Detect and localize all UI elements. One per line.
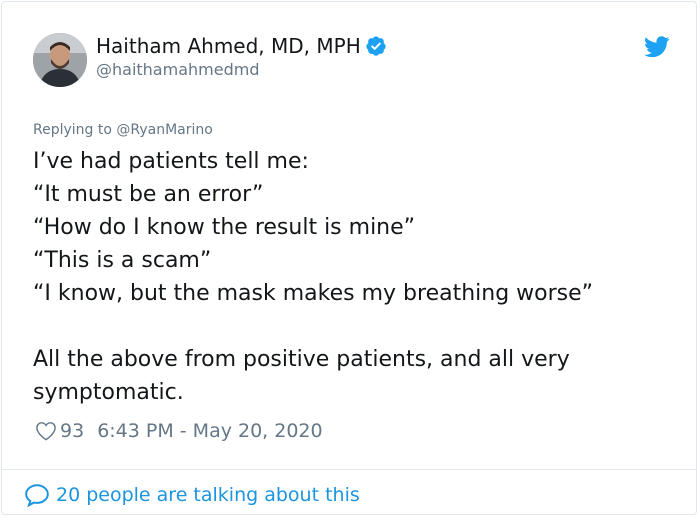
tweet-meta: 93 6:43 PM - May 20, 2020 [35,420,323,442]
talking-link[interactable]: 20 people are talking about this [24,483,360,507]
author-handle[interactable]: @haithamahmedmd [96,60,259,79]
tweet-text: I’ve had patients tell me: “It must be a… [33,145,673,409]
reply-mention-link[interactable]: @RyanMarino [116,122,212,138]
tweet-card: Haitham Ahmed, MD, MPH @haithamahmedmd R… [1,1,697,515]
tweet-line: “I know, but the mask makes my breathing… [33,281,594,306]
tweet-line: symptomatic. [33,380,184,405]
tweet-line: “It must be an error” [33,182,264,207]
like-count[interactable]: 93 [60,420,84,442]
replying-prefix: Replying to [33,122,112,138]
tweet-line: All the above from positive patients, an… [33,347,570,372]
author-name[interactable]: Haitham Ahmed, MD, MPH [96,34,387,58]
profile-photo-icon [33,33,87,87]
timestamp[interactable]: 6:43 PM - May 20, 2020 [97,420,322,442]
tweet-line: “How do I know the result is mine” [33,215,416,240]
author-name-text[interactable]: Haitham Ahmed, MD, MPH [96,34,361,58]
verified-badge-icon [366,36,386,56]
replying-to: Replying to @RyanMarino [33,122,213,138]
twitter-bird-icon[interactable] [644,36,670,62]
avatar[interactable] [33,33,87,87]
divider [2,469,696,470]
tweet-line: I’ve had patients tell me: [33,149,309,174]
speech-bubble-icon [25,484,49,507]
talking-label[interactable]: 20 people are talking about this [56,484,360,506]
tweet-line: “This is a scam” [33,248,212,273]
heart-icon[interactable] [35,421,57,441]
